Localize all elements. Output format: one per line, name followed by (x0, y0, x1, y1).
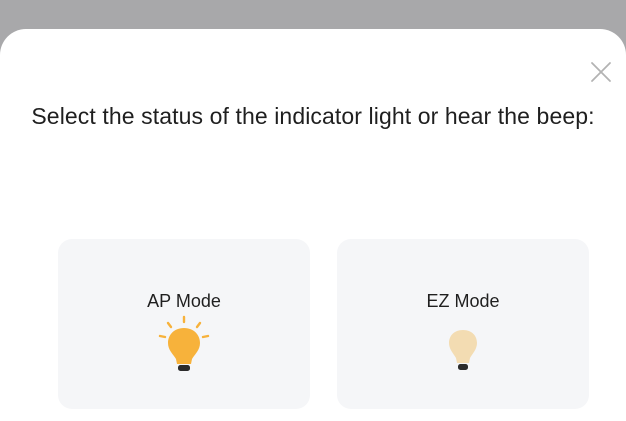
ez-mode-label: EZ Mode (426, 291, 500, 311)
close-icon (591, 62, 611, 82)
bulb-blinking-icon (154, 314, 214, 384)
bottom-sheet-dialog: Select the status of the indicator light… (0, 29, 626, 421)
backdrop-overlay (0, 0, 626, 30)
ez-mode-option[interactable]: EZ Mode (337, 239, 589, 409)
ap-mode-label: AP Mode (147, 291, 221, 311)
dialog-title: Select the status of the indicator light… (31, 103, 595, 129)
ap-mode-option[interactable]: AP Mode (58, 239, 310, 409)
close-button[interactable] (588, 59, 614, 85)
bulb-dim-icon (433, 314, 493, 384)
